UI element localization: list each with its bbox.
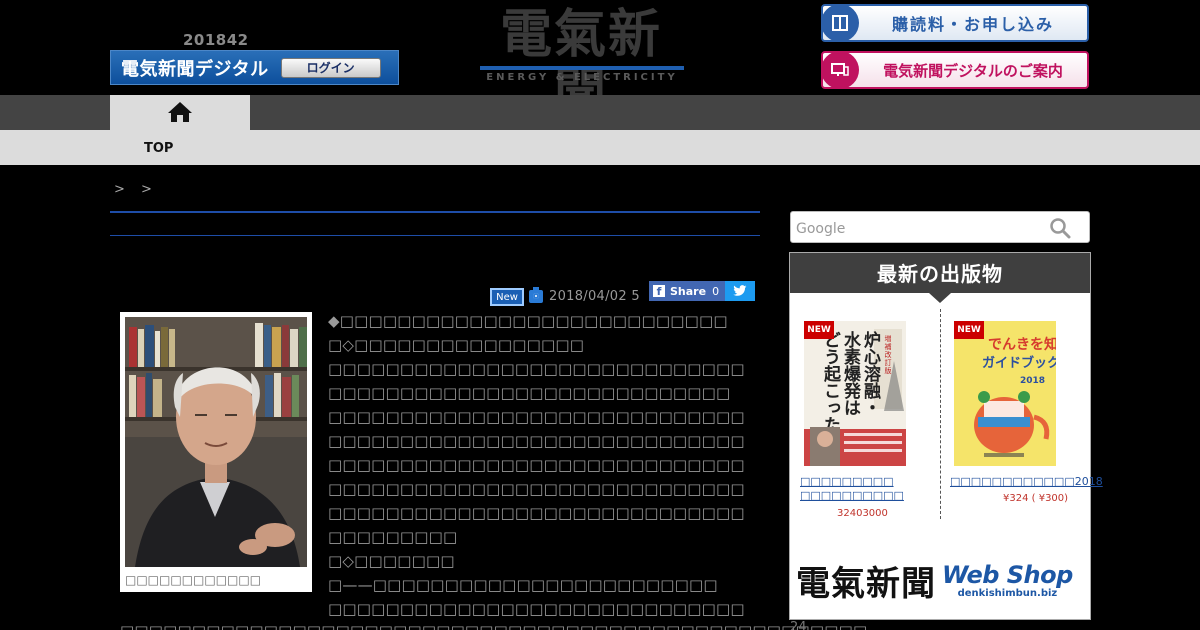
site-search [790, 211, 1090, 243]
book-price: 32403000 [837, 508, 888, 519]
twitter-icon [733, 285, 747, 296]
site-logo[interactable]: 電氣新聞 ENERGY & ELECTRICITY [476, 6, 686, 122]
site-header: 201842 電気新聞デジタル ログイン 電氣新聞 ENERGY & ELECT… [0, 0, 1200, 122]
svg-text:でんきを知る: でんきを知る [988, 336, 1056, 353]
digital-guide-label: 電気新聞デジタルのご案内 [883, 61, 1063, 80]
article-line: □——□□□□□□□□□□□□□□□□□□□□□□□□ [328, 576, 718, 594]
article-line: □□□□□□□□□□□□□□□□□□□□□□□□□□□□□ [328, 432, 745, 450]
article-line: □□□□□□□□□□□□□□□□□□□□□□□□□□□□□□□□□□□□□□□□… [120, 622, 867, 630]
monitor-icon [823, 53, 859, 87]
svg-text:炉心溶融・: 炉心溶融・ [860, 330, 881, 416]
title-rule-top [110, 211, 760, 213]
publications-divider [940, 309, 941, 519]
digital-label: 電気新聞デジタル [121, 58, 269, 80]
login-button[interactable]: ログイン [280, 57, 381, 78]
photo-caption: □□□□□□□□□□□□ [125, 573, 262, 587]
article-line: □□□□□□□□□□□□□□□□□□□□□□□□□□□□□ [328, 504, 745, 522]
book-cover[interactable]: でんきを知る ガイドブック 2018 NEW [954, 321, 1056, 466]
subscribe-banner[interactable]: 購読料・お申し込み [821, 4, 1089, 42]
svg-text:ガイドブック: ガイドブック [982, 355, 1056, 371]
digital-login-banner[interactable]: 電気新聞デジタル ログイン [110, 50, 399, 85]
title-rule-bottom [110, 235, 760, 236]
article-line: ◆□□□□□□□□□□□□□□□□□□□□□□□□□□□ [328, 312, 728, 330]
search-icon[interactable] [1049, 217, 1071, 239]
digital-guide-banner[interactable]: 電気新聞デジタルのご案内 [821, 51, 1089, 89]
article-line: □□□□□□□□□ [328, 528, 458, 546]
latest-publications: 最新の出版物 増補改訂版 炉心溶融・ 水素爆発は どう起こったか NEW でんき… [789, 252, 1103, 620]
nav-top-label: TOP [144, 141, 174, 156]
article-line: □□□□□□□□□□□□□□□□□□□□□□□□□□□□□ [328, 360, 745, 378]
article-subheading: □◇□□□□□□□ [328, 552, 455, 570]
article-photo [125, 317, 307, 567]
article-line: □□□□□□□□□□□□□□□□□□□□□□□□□□□□ [328, 384, 731, 402]
home-icon [168, 102, 192, 122]
article-line: □□□□□□□□□□□□□□□□□□□□□□□□□□□□□ [328, 600, 745, 618]
article-date: 2018/04/02 5 [549, 289, 640, 304]
access-counter: 201842 [183, 31, 249, 49]
twitter-share-button[interactable] [725, 281, 755, 301]
book-icon [823, 6, 859, 40]
article-line: □□□□□□□□□□□□□□□□□□□□□□□□□□□□□ [328, 456, 745, 474]
facebook-share-button[interactable]: f Share 0 [649, 281, 725, 301]
search-input[interactable] [796, 218, 1036, 240]
book-new-tag: NEW [804, 321, 834, 339]
article-photo-frame: □□□□□□□□□□□□ [120, 312, 312, 592]
facebook-share-count: 0 [712, 284, 720, 298]
subscribe-label: 購読料・お申し込み [891, 15, 1054, 34]
webshop-banner[interactable]: 電氣新聞 Web Shop denkishimbun.biz [794, 549, 1086, 611]
article-line: □□□□□□□□□□□□□□□□□□□□□□□□□□□□□ [328, 480, 745, 498]
facebook-share-label: Share [670, 284, 707, 298]
book-title-link[interactable]: □□□□□□□□□ □□□□□□□□□□ [800, 475, 935, 503]
book-price: ¥324 ( ¥300) [1003, 493, 1069, 504]
heading-arrow [929, 293, 951, 303]
webshop-title: Web Shop [942, 560, 1073, 589]
camera-icon [529, 287, 543, 303]
logo-subtitle: ENERGY & ELECTRICITY [486, 72, 678, 83]
book-cover[interactable]: 増補改訂版 炉心溶融・ 水素爆発は どう起こったか NEW [804, 321, 906, 466]
webshop-url: denkishimbun.biz [957, 587, 1058, 599]
article-line: □□□□□□□□□□□□□□□□□□□□□□□□□□□□□ [328, 408, 745, 426]
breadcrumb[interactable]: > > [114, 182, 158, 197]
svg-text:増補改訂版: 増補改訂版 [884, 334, 892, 375]
facebook-icon: f [653, 285, 665, 297]
logo-rule [480, 66, 684, 70]
nav-item-top[interactable]: TOP [110, 95, 250, 165]
publications-heading: 最新の出版物 [790, 253, 1090, 293]
book-new-tag: NEW [954, 321, 984, 339]
book-title-link[interactable]: □□□□□□□□□□□□2018 [950, 475, 1103, 489]
webshop-kanji: 電氣新聞 [796, 563, 936, 604]
article-line: □◇□□□□□□□□□□□□□□□□ [328, 336, 585, 354]
svg-text:水素爆発は: 水素爆発は [840, 330, 862, 416]
svg-text:2018: 2018 [1020, 376, 1045, 386]
sidebar-more-text: 24 [790, 620, 807, 630]
new-badge: New [490, 288, 524, 306]
